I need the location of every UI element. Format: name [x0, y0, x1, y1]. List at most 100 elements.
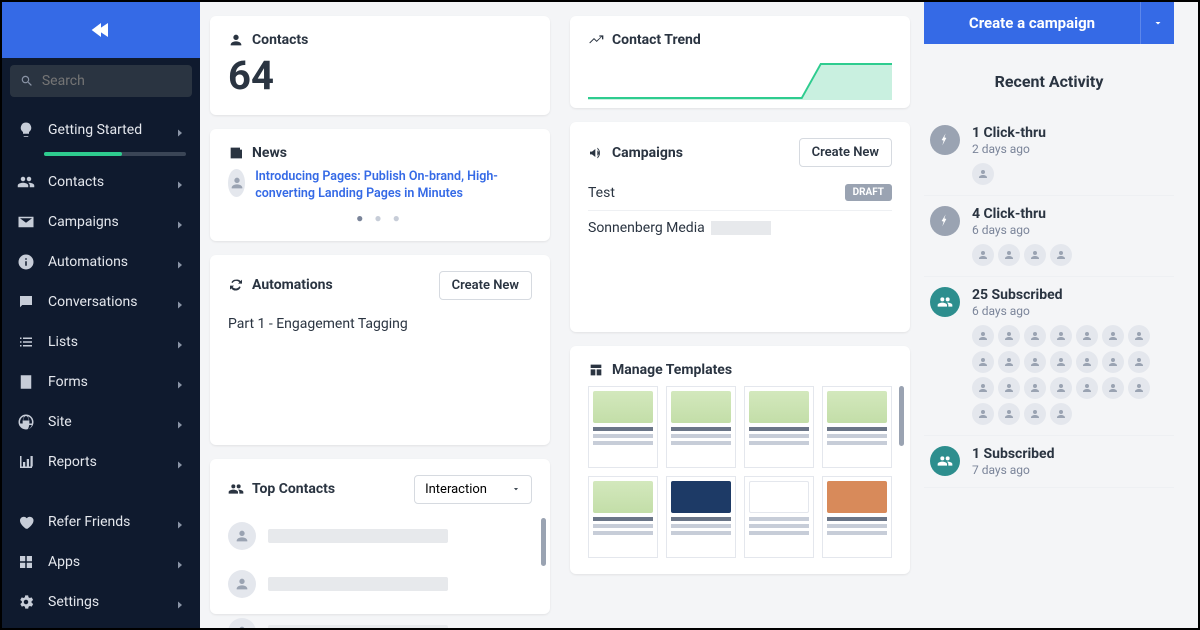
activity-time: 7 days ago: [972, 463, 1168, 477]
search-box[interactable]: [10, 65, 192, 97]
top-contact-row[interactable]: [228, 512, 532, 560]
automation-item[interactable]: Part 1 - Engagement Tagging: [228, 308, 532, 340]
sort-value: Interaction: [425, 482, 487, 497]
activity-item[interactable]: 1 Subscribed 7 days ago: [924, 436, 1174, 488]
mini-avatar: [1128, 325, 1150, 347]
template-thumb[interactable]: [822, 476, 892, 558]
users-icon: [16, 172, 36, 192]
sidebar-item-contacts[interactable]: Contacts: [2, 162, 200, 202]
recent-activity-title: Recent Activity: [924, 72, 1174, 91]
status-badge: DRAFT: [845, 184, 892, 201]
sidebar-item-lists[interactable]: Lists: [2, 322, 200, 362]
news-card: News Introducing Pages: Publish On-brand…: [210, 129, 550, 241]
scrollbar[interactable]: [899, 386, 904, 446]
mini-avatar: [1024, 351, 1046, 373]
template-thumb[interactable]: [822, 386, 892, 468]
news-pagination-dots[interactable]: ● ● ●: [228, 211, 532, 225]
mini-avatar: [972, 403, 994, 425]
scrollbar[interactable]: [541, 518, 546, 566]
sidebar-item-site[interactable]: Site: [2, 402, 200, 442]
sidebar-item-refer-friends[interactable]: Refer Friends: [2, 502, 200, 542]
mini-avatar: [1102, 351, 1124, 373]
logo[interactable]: [2, 2, 200, 58]
activity-title: 1 Subscribed: [972, 446, 1168, 462]
campaign-row[interactable]: Test DRAFT: [588, 175, 892, 210]
sidebar-item-label: Lists: [48, 334, 174, 350]
sidebar-item-label: Campaigns: [48, 214, 174, 230]
contacts-card: Contacts 64: [210, 16, 550, 115]
top-contacts-sort-select[interactable]: Interaction: [414, 475, 532, 504]
chevron-right-icon: [174, 216, 186, 228]
sidebar-item-label: Getting Started: [48, 122, 174, 138]
automations-title: Automations: [252, 277, 333, 293]
mini-avatar: [1050, 325, 1072, 347]
sidebar-item-campaigns[interactable]: Campaigns: [2, 202, 200, 242]
contacts-title: Contacts: [252, 32, 308, 48]
mini-avatar: [998, 325, 1020, 347]
activity-icon: [930, 125, 960, 155]
mini-avatar: [972, 351, 994, 373]
activity-item[interactable]: 4 Click-thru 6 days ago: [924, 196, 1174, 277]
trend-chart: [588, 56, 892, 100]
mini-avatar: [1076, 351, 1098, 373]
sidebar-item-settings[interactable]: Settings: [2, 582, 200, 622]
cta-dropdown[interactable]: [1140, 2, 1174, 44]
mini-avatar: [998, 377, 1020, 399]
templates-title: Manage Templates: [612, 362, 732, 378]
chat-icon: [16, 292, 36, 312]
mini-avatar: [1050, 403, 1072, 425]
news-headline-link[interactable]: Introducing Pages: Publish On-brand, Hig…: [255, 169, 532, 203]
horn-icon: [588, 145, 604, 161]
template-thumb[interactable]: [588, 476, 658, 558]
create-campaign-cta[interactable]: Create a campaign: [924, 2, 1140, 44]
sidebar-item-label: Settings: [48, 594, 174, 610]
create-campaign-button[interactable]: Create New: [799, 138, 892, 167]
campaign-row[interactable]: Sonnenberg Media: [588, 210, 892, 245]
campaigns-card: Campaigns Create New Test DRAFT Sonnenbe…: [570, 122, 910, 332]
mini-avatar: [972, 163, 994, 185]
sidebar-item-forms[interactable]: Forms: [2, 362, 200, 402]
mini-avatar: [1050, 244, 1072, 266]
news-title: News: [252, 145, 287, 161]
campaign-name: Test: [588, 185, 615, 201]
template-thumb[interactable]: [666, 386, 736, 468]
sidebar-item-reports[interactable]: Reports: [2, 442, 200, 482]
activity-item[interactable]: 1 Click-thru 2 days ago: [924, 115, 1174, 196]
top-contact-row[interactable]: [228, 560, 532, 608]
template-thumb[interactable]: [666, 476, 736, 558]
chevron-right-icon: [174, 256, 186, 268]
apps-icon: [16, 552, 36, 572]
redacted: [711, 221, 771, 235]
templates-card: Manage Templates: [570, 346, 910, 574]
sidebar-item-apps[interactable]: Apps: [2, 542, 200, 582]
chevron-right-icon: [174, 376, 186, 388]
activity-title: 4 Click-thru: [972, 206, 1168, 222]
chevron-right-icon: [174, 596, 186, 608]
template-thumb[interactable]: [744, 386, 814, 468]
activity-time: 2 days ago: [972, 142, 1168, 156]
activity-item[interactable]: 25 Subscribed 6 days ago: [924, 277, 1174, 436]
template-thumb[interactable]: [588, 386, 658, 468]
top-contact-row[interactable]: [228, 608, 532, 628]
chevron-right-icon: [174, 336, 186, 348]
sidebar: Getting Started Contacts Campaigns Autom…: [2, 2, 200, 628]
sidebar-item-getting-started[interactable]: Getting Started: [2, 110, 200, 150]
contact-trend-card: Contact Trend: [570, 16, 910, 108]
mini-avatar: [1128, 351, 1150, 373]
template-thumb[interactable]: [744, 476, 814, 558]
activity-icon: [930, 287, 960, 317]
contacts-count: 64: [228, 52, 532, 99]
mini-avatar: [1024, 377, 1046, 399]
list-icon: [16, 332, 36, 352]
top-contacts-card: Top Contacts Interaction: [210, 459, 550, 614]
sidebar-item-label: Contacts: [48, 174, 174, 190]
sidebar-item-conversations[interactable]: Conversations: [2, 282, 200, 322]
chevron-right-icon: [174, 296, 186, 308]
sidebar-item-automations[interactable]: Automations: [2, 242, 200, 282]
sidebar-item-label: Forms: [48, 374, 174, 390]
search-input[interactable]: [42, 73, 182, 89]
sidebar-item-label: Reports: [48, 454, 174, 470]
create-automation-button[interactable]: Create New: [439, 271, 532, 300]
sidebar-item-label: Apps: [48, 554, 174, 570]
news-avatar: [228, 169, 245, 197]
